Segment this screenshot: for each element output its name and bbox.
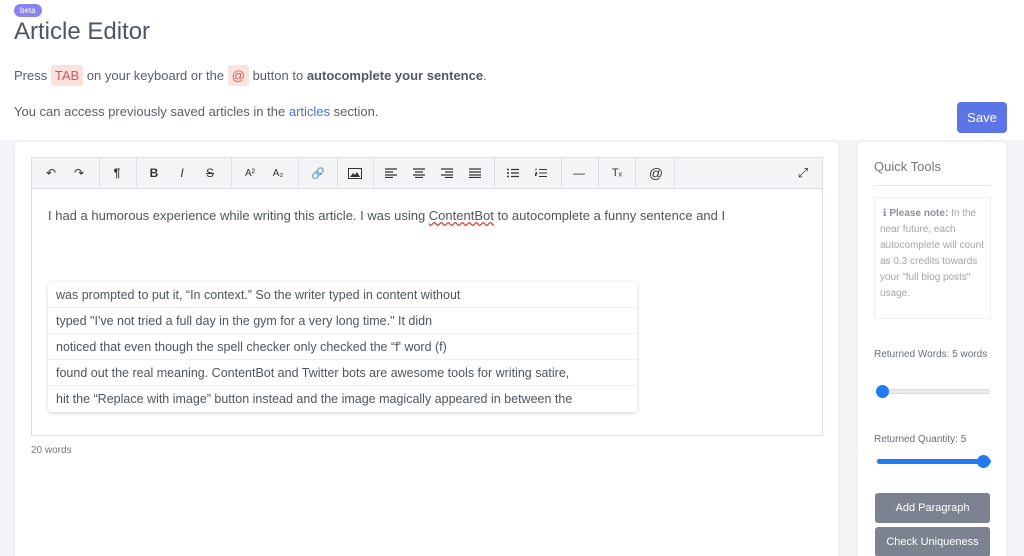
returned-words-slider[interactable] bbox=[876, 385, 990, 398]
add-paragraph-button[interactable]: Add Paragraph bbox=[875, 493, 990, 523]
suggestion-item[interactable]: typed "I've not tried a full day in the … bbox=[48, 308, 637, 334]
suggestion-item[interactable]: found out the real meaning. ContentBot a… bbox=[48, 360, 637, 386]
image-icon[interactable] bbox=[342, 158, 368, 188]
italic-icon[interactable]: I bbox=[169, 158, 195, 188]
autocomplete-at-icon[interactable]: @ bbox=[641, 158, 671, 188]
quick-tools-title: Quick Tools bbox=[874, 159, 941, 174]
save-button[interactable]: Save bbox=[957, 102, 1007, 133]
page-title: Article Editor bbox=[14, 18, 151, 45]
note-text: In the near future, each autocomplete wi… bbox=[880, 208, 984, 299]
info-icon: ℹ bbox=[880, 208, 890, 219]
subscript-icon[interactable]: A₂ bbox=[265, 158, 291, 188]
bullet-list-icon[interactable] bbox=[500, 158, 526, 188]
fullscreen-icon[interactable]: ⤢ bbox=[790, 158, 816, 188]
suggestion-item[interactable]: noticed that even though the spell check… bbox=[48, 334, 637, 360]
content-text-pre: I had a humorous experience while writin… bbox=[48, 208, 429, 223]
tab-key-badge: TAB bbox=[50, 65, 84, 86]
toolbar-divider bbox=[598, 158, 599, 188]
align-right-icon[interactable] bbox=[434, 158, 460, 188]
articles-link[interactable]: articles bbox=[289, 104, 330, 119]
returned-quantity-slider[interactable] bbox=[876, 455, 991, 468]
toolbar-divider bbox=[298, 158, 299, 188]
toolbar-divider bbox=[231, 158, 232, 188]
editor-content[interactable]: I had a humorous experience while writin… bbox=[48, 208, 808, 223]
returned-quantity-slider-handle[interactable] bbox=[977, 455, 990, 468]
beta-badge: beta bbox=[14, 4, 42, 17]
header-area: beta Article Editor Press TAB on your ke… bbox=[0, 0, 1024, 140]
access-pre: You can access previously saved articles… bbox=[14, 104, 286, 119]
content-text-post: to autocomplete a funny sentence and I bbox=[493, 208, 726, 223]
toolbar-divider bbox=[561, 158, 562, 188]
instruction-bold: autocomplete your sentence bbox=[306, 68, 484, 83]
toolbar-divider bbox=[337, 158, 338, 188]
instruction-mid: on your keyboard or the bbox=[86, 68, 225, 83]
editor-card: ↶ ↷ ¶ B I S A² A₂ 🔗 — Tₓ @ ⤢ I had a hum… bbox=[15, 142, 838, 556]
returned-words-slider-handle[interactable] bbox=[876, 385, 889, 398]
check-uniqueness-button[interactable]: Check Uniqueness bbox=[875, 527, 990, 556]
toolbar-divider bbox=[373, 158, 374, 188]
clear-format-icon[interactable]: Tₓ bbox=[604, 158, 630, 188]
access-post: section. bbox=[333, 104, 379, 119]
toolbar-divider bbox=[674, 158, 675, 188]
quick-tools-panel: Quick Tools ℹ Please note: In the near f… bbox=[858, 142, 1006, 556]
toolbar-divider bbox=[494, 158, 495, 188]
align-center-icon[interactable] bbox=[406, 158, 432, 188]
numbered-list-icon[interactable] bbox=[528, 158, 554, 188]
content-spellcheck-word: ContentBot bbox=[428, 208, 494, 223]
toolbar-divider bbox=[99, 158, 100, 188]
instruction-post: button to bbox=[252, 68, 304, 83]
suggestion-item[interactable]: hit the “Replace with image” button inst… bbox=[48, 386, 637, 412]
link-icon[interactable]: 🔗 bbox=[303, 158, 333, 188]
strikethrough-icon[interactable]: S bbox=[197, 158, 223, 188]
note-bold: Please note: bbox=[889, 208, 949, 219]
redo-icon[interactable]: ↷ bbox=[66, 158, 92, 188]
horizontal-rule-icon[interactable]: — bbox=[566, 158, 592, 188]
toolbar-divider bbox=[136, 158, 137, 188]
undo-icon[interactable]: ↶ bbox=[38, 158, 64, 188]
align-left-icon[interactable] bbox=[378, 158, 404, 188]
align-justify-icon[interactable] bbox=[462, 158, 488, 188]
toolbar-divider bbox=[635, 158, 636, 188]
superscript-icon[interactable]: A² bbox=[237, 158, 263, 188]
instruction-text: Press TAB on your keyboard or the @ butt… bbox=[14, 65, 487, 86]
access-text: You can access previously saved articles… bbox=[14, 104, 378, 119]
paragraph-format-icon[interactable]: ¶ bbox=[104, 158, 130, 188]
credits-note: ℹ Please note: In the near future, each … bbox=[874, 197, 991, 319]
autocomplete-suggestions: was prompted to put it, “In context.” So… bbox=[48, 282, 637, 412]
returned-words-label: Returned Words: 5 words bbox=[874, 349, 988, 360]
at-key-badge: @ bbox=[227, 65, 249, 86]
editor-toolbar: ↶ ↷ ¶ B I S A² A₂ 🔗 — Tₓ @ ⤢ bbox=[32, 158, 822, 189]
instruction-end: . bbox=[483, 68, 487, 83]
suggestion-item[interactable]: was prompted to put it, “In context.” So… bbox=[48, 282, 637, 308]
returned-quantity-label: Returned Quantity: 5 bbox=[874, 434, 967, 445]
word-count: 20 words bbox=[31, 445, 72, 456]
quick-tools-divider bbox=[874, 185, 991, 186]
instruction-pre: Press bbox=[14, 68, 48, 83]
bold-icon[interactable]: B bbox=[141, 158, 167, 188]
rich-text-editor: ↶ ↷ ¶ B I S A² A₂ 🔗 — Tₓ @ ⤢ I had a hum… bbox=[31, 157, 823, 436]
returned-quantity-fill bbox=[877, 459, 991, 464]
